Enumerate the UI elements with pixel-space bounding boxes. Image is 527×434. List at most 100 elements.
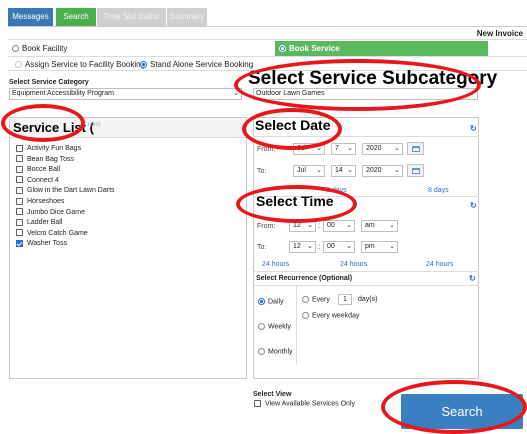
refresh-time-icon[interactable]: ↻ <box>470 201 477 210</box>
checkbox-icon <box>16 155 23 163</box>
service-item[interactable]: Bean Bag Toss <box>16 155 115 166</box>
date-from-day-select[interactable]: 7 ⌄ <box>331 143 356 155</box>
tab-summary[interactable]: Summary <box>167 8 207 26</box>
tab-messages[interactable]: Messages <box>8 8 53 26</box>
date-to-day-select[interactable]: 14 ⌄ <box>331 165 356 177</box>
time-to-ampm: pm <box>365 243 375 250</box>
recurrence-weekly-label: Weekly <box>268 323 291 331</box>
checkbox-icon <box>16 176 23 184</box>
time-to-ampm-select[interactable]: pm ⌄ <box>361 241 398 253</box>
time-hours-3: 24 hours <box>426 261 454 268</box>
chevron-down-icon: ⌄ <box>316 167 322 174</box>
stand-alone-option[interactable]: Stand Alone Service Booking <box>140 60 253 69</box>
chevron-down-icon: ⌄ <box>469 90 475 97</box>
book-facility-label: Book Facility <box>22 44 68 53</box>
chevron-down-icon: ⌄ <box>316 145 322 152</box>
recurrence-weekly-option[interactable]: Weekly <box>258 323 291 330</box>
book-service-label: Book Service <box>289 44 340 53</box>
time-from-ampm-select[interactable]: am ⌄ <box>361 220 398 232</box>
recurrence-daily-option[interactable]: Daily <box>258 298 284 305</box>
category-label: Select Service Category <box>9 79 89 86</box>
time-hours-2: 24 hours <box>340 261 368 268</box>
category-select[interactable]: Equipment Accessibility Program ⌄ <box>9 88 242 100</box>
time-to-hour-select[interactable]: 12 ⌄ <box>289 241 316 253</box>
stand-alone-label: Stand Alone Service Booking <box>150 60 254 69</box>
chevron-down-icon: ⌄ <box>307 222 313 229</box>
service-item-label: Glow in the Dart Lawn Darts <box>27 187 115 195</box>
select-view-label: Select View <box>253 391 292 398</box>
chevron-down-icon: ⌄ <box>394 167 400 174</box>
service-item[interactable]: Bocce Ball <box>16 165 115 176</box>
service-item[interactable]: Connect 4 <box>16 176 115 187</box>
date-to-calendar-button[interactable] <box>407 164 424 177</box>
recurrence-monthly-option[interactable]: Monthly <box>258 348 293 355</box>
date-to-year: 2020 <box>366 167 382 174</box>
service-item[interactable]: Glow in the Dart Lawn Darts <box>16 186 115 197</box>
recurrence-every-input[interactable]: 1 <box>338 294 352 305</box>
assign-to-facility-option[interactable]: Assign Service to Facility Booking <box>15 60 145 69</box>
tab-search[interactable]: Search <box>56 8 96 26</box>
date-from-calendar-button[interactable] <box>407 142 424 155</box>
service-item[interactable]: Velcro Catch Game <box>16 229 115 240</box>
chevron-down-icon: ⌄ <box>347 167 353 174</box>
calendar-icon <box>412 168 420 174</box>
radio-icon <box>258 348 265 355</box>
divider <box>8 56 527 57</box>
service-item[interactable]: Activity Fun Bags <box>16 144 115 155</box>
radio-icon <box>302 312 309 319</box>
time-to-minute: 00 <box>327 243 335 250</box>
date-from-month-select[interactable]: Jul ⌄ <box>293 143 325 155</box>
assign-to-facility-label: Assign Service to Facility Booking <box>25 60 146 69</box>
service-item-label: Horseshoes <box>27 197 65 205</box>
service-item[interactable]: Washer Toss <box>16 239 115 250</box>
view-available-only-checkbox[interactable]: View Available Services Only <box>254 400 355 407</box>
time-from-hour-select[interactable]: 12 ⌄ <box>289 220 316 232</box>
search-button[interactable]: Search <box>401 394 523 429</box>
service-list-title: Service List ( <box>13 120 94 135</box>
date-to-day: 14 <box>335 167 343 174</box>
service-item-label: Bean Bag Toss <box>27 155 74 163</box>
date-to-month-select[interactable]: Jul ⌄ <box>293 165 325 177</box>
radio-icon <box>279 45 286 53</box>
subcategory-value: Outdoor Lawn Games <box>256 90 325 97</box>
time-separator: : <box>318 242 321 251</box>
chevron-down-icon: ⌄ <box>347 145 353 152</box>
service-item-label: Washer Toss <box>27 240 68 248</box>
recurrence-days-label: day(s) <box>358 296 378 303</box>
recurrence-every-weekday-option[interactable]: Every weekday <box>302 312 359 319</box>
time-from-hour: 12 <box>293 222 301 229</box>
checkbox-icon <box>16 240 23 247</box>
date-from-year: 2020 <box>366 145 382 152</box>
checkbox-icon <box>16 197 23 205</box>
select-date-title: Select Date <box>255 117 331 133</box>
time-from-ampm: am <box>365 222 375 229</box>
chevron-down-icon: ⌄ <box>233 90 239 97</box>
time-to-label: To: <box>257 244 267 251</box>
radio-icon <box>258 323 265 330</box>
checkbox-icon <box>16 229 23 237</box>
service-item[interactable]: Ladder Ball <box>16 218 115 229</box>
calendar-icon <box>412 146 420 152</box>
date-to-year-select[interactable]: 2020 ⌄ <box>362 165 403 177</box>
recurrence-every-n-days-option[interactable]: Every <box>302 296 330 303</box>
service-item[interactable]: Jumbo Dice Game <box>16 208 115 219</box>
time-separator: : <box>318 221 321 230</box>
new-invoice-label: New Invoice <box>476 29 523 38</box>
checkbox-icon <box>16 187 23 195</box>
chevron-down-icon: ⌄ <box>389 243 395 250</box>
time-from-minute-select[interactable]: 00 ⌄ <box>323 220 355 232</box>
chevron-down-icon: ⌄ <box>346 222 352 229</box>
radio-icon <box>258 298 265 305</box>
book-service-option[interactable]: Book Service <box>275 41 488 56</box>
refresh-date-icon[interactable]: ↻ <box>470 124 477 133</box>
service-item[interactable]: Horseshoes <box>16 197 115 208</box>
book-facility-option[interactable]: Book Facility <box>12 44 67 53</box>
refresh-recurrence-icon[interactable]: ↻ <box>469 274 476 283</box>
date-from-year-select[interactable]: 2020 ⌄ <box>362 143 403 155</box>
service-item-label: Connect 4 <box>27 176 59 184</box>
time-to-minute-select[interactable]: 00 ⌄ <box>323 241 355 253</box>
checkbox-icon <box>16 165 23 173</box>
service-item-label: Jumbo Dice Game <box>27 208 85 216</box>
service-item-label: Ladder Ball <box>27 219 63 227</box>
tab-time-slot-editor[interactable]: Time Slot Editor <box>97 8 166 26</box>
